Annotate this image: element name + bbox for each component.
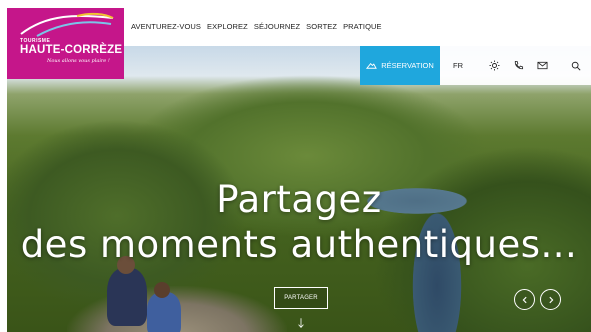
- hero-headline-line2: des moments authentiques...: [20, 223, 578, 266]
- search-icon: [571, 61, 581, 71]
- person-right-head: [154, 282, 170, 298]
- hero-headline-line1: Partagez: [216, 178, 382, 221]
- reservation-button[interactable]: RÉSERVATION: [360, 46, 440, 85]
- nav-sortez[interactable]: SORTEZ: [306, 22, 337, 31]
- weather-sun-icon[interactable]: [488, 60, 500, 72]
- reservation-label: RÉSERVATION: [381, 61, 434, 70]
- person-left: [107, 268, 147, 326]
- nav-aventurez-vous[interactable]: AVENTUREZ-VOUS: [131, 22, 201, 31]
- page: AVENTUREZ-VOUS EXPLOREZ SÉJOURNEZ SORTEZ…: [7, 8, 591, 332]
- top-utility-bar: RÉSERVATION FR: [360, 46, 591, 85]
- nav-explorez[interactable]: EXPLOREZ: [207, 22, 248, 31]
- site-logo[interactable]: TOURISME HAUTE-CORRÈZE Nous allons vous …: [7, 8, 124, 79]
- main-nav: AVENTUREZ-VOUS EXPLOREZ SÉJOURNEZ SORTEZ…: [131, 22, 382, 31]
- chevron-right-icon: [548, 296, 553, 303]
- nav-pratique[interactable]: PRATIQUE: [343, 22, 382, 31]
- phone-icon[interactable]: [513, 60, 525, 72]
- carousel-next-button[interactable]: [540, 289, 561, 310]
- chevron-left-icon: [522, 296, 527, 303]
- mountain-icon: [366, 62, 378, 69]
- language-selector[interactable]: FR: [440, 46, 476, 85]
- share-button[interactable]: PARTAGER: [274, 287, 328, 309]
- mail-icon[interactable]: [537, 60, 549, 72]
- nav-sejournez[interactable]: SÉJOURNEZ: [254, 22, 300, 31]
- logo-tagline: Nous allons vous plaire !: [47, 58, 110, 64]
- carousel-prev-button[interactable]: [514, 289, 535, 310]
- logo-name: HAUTE-CORRÈZE: [20, 44, 123, 56]
- logo-swoosh-icon: [20, 12, 114, 37]
- utility-icons: [476, 46, 561, 85]
- scroll-down-arrow-icon[interactable]: [296, 316, 306, 330]
- person-right: [147, 292, 181, 332]
- search-button[interactable]: [561, 46, 591, 85]
